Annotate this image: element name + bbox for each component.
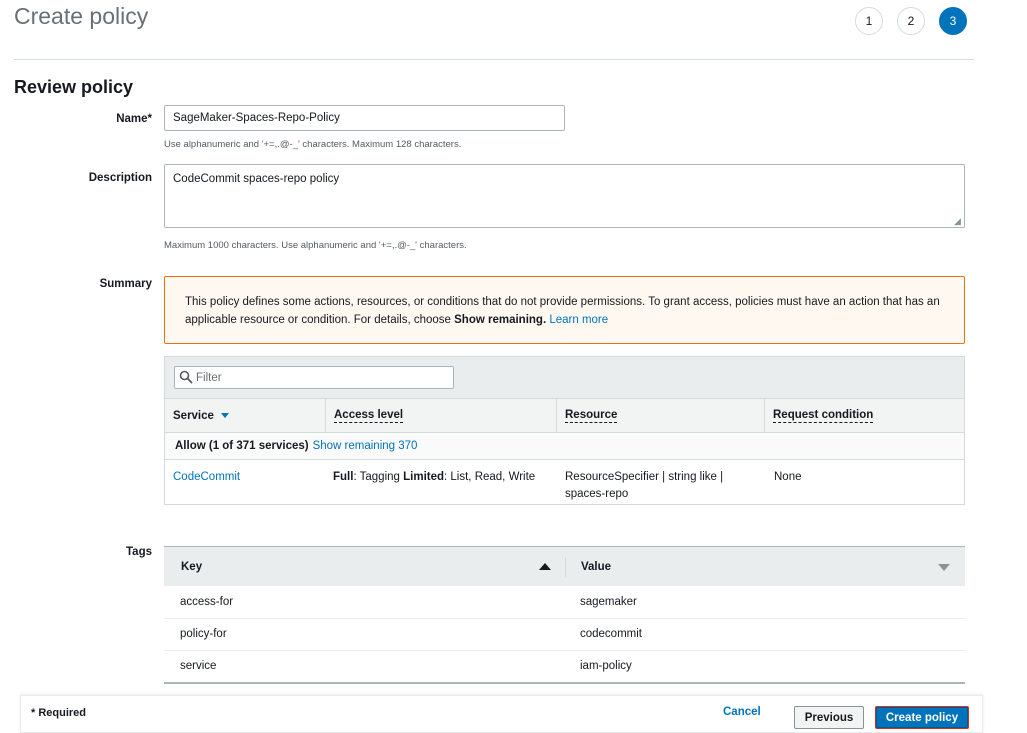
column-service[interactable]: Service bbox=[165, 399, 326, 432]
show-remaining-link[interactable]: Show remaining 370 bbox=[313, 440, 418, 452]
condition-cell: None bbox=[774, 471, 802, 483]
access-limited-label: Limited bbox=[403, 471, 445, 483]
tag-value: iam-policy bbox=[580, 660, 632, 672]
description-label: Description bbox=[88, 172, 152, 184]
tag-key: service bbox=[180, 660, 217, 672]
tags-header-row: Key Value bbox=[164, 546, 965, 586]
column-request-condition[interactable]: Request condition bbox=[765, 399, 964, 432]
resource-line-1: ResourceSpecifier | string like | bbox=[565, 471, 724, 483]
warning-alert: This policy defines some actions, resour… bbox=[164, 276, 965, 344]
page-title: Create policy bbox=[14, 3, 149, 29]
service-link[interactable]: CodeCommit bbox=[173, 469, 240, 486]
tag-key: access-for bbox=[180, 596, 234, 608]
column-key[interactable]: Key bbox=[181, 547, 202, 587]
column-divider bbox=[565, 557, 566, 577]
wizard-steps: 1 2 3 bbox=[855, 7, 967, 35]
policy-summary-table: Service Access level Resource Request co… bbox=[164, 356, 965, 505]
name-label: Name* bbox=[116, 113, 152, 125]
table-row: CodeCommit Full: Tagging Limited: List, … bbox=[165, 461, 964, 505]
column-service-label: Service bbox=[173, 409, 214, 422]
tag-value: codecommit bbox=[580, 628, 642, 640]
step-3: 3 bbox=[939, 7, 967, 35]
tags-table: Key Value access-for sagemaker policy-fo… bbox=[164, 546, 965, 684]
summary-label: Summary bbox=[99, 278, 152, 290]
resize-grip-icon[interactable]: ◢ bbox=[954, 217, 963, 226]
access-level-cell: Full: Tagging Limited: List, Read, Write bbox=[333, 469, 535, 486]
previous-button[interactable]: Previous bbox=[794, 706, 864, 729]
column-access-level-label: Access level bbox=[334, 408, 404, 423]
resource-cell: ResourceSpecifier | string like | spaces… bbox=[565, 469, 723, 503]
column-resource[interactable]: Resource bbox=[557, 399, 765, 432]
allow-group-row: Allow (1 of 371 services) Show remaining… bbox=[165, 433, 964, 460]
learn-more-link[interactable]: Learn more bbox=[549, 314, 608, 326]
tags-label: Tags bbox=[126, 546, 152, 558]
access-limited-value: : List, Read, Write bbox=[444, 471, 536, 483]
sort-descending-icon bbox=[220, 413, 229, 418]
tag-key: policy-for bbox=[180, 628, 227, 640]
allow-group-label: Allow (1 of 371 services) bbox=[175, 440, 309, 452]
access-full-label: Full bbox=[333, 471, 354, 483]
table-row: policy-for codecommit bbox=[164, 619, 965, 651]
footer-bar: * Required Cancel Previous Create policy bbox=[20, 695, 983, 733]
search-icon bbox=[179, 370, 193, 384]
column-resource-label: Resource bbox=[565, 408, 618, 423]
column-request-condition-label: Request condition bbox=[773, 408, 874, 423]
table-row: access-for sagemaker bbox=[164, 587, 965, 619]
description-textarea[interactable]: CodeCommit spaces-repo policy bbox=[164, 164, 965, 228]
description-hint: Maximum 1000 characters. Use alphanumeri… bbox=[164, 240, 467, 251]
create-policy-button[interactable]: Create policy bbox=[875, 706, 969, 729]
column-access-level[interactable]: Access level bbox=[326, 399, 557, 432]
filter-bar bbox=[165, 357, 964, 399]
section-title: Review policy bbox=[14, 77, 134, 97]
sort-icon[interactable] bbox=[938, 564, 950, 571]
header-divider bbox=[14, 59, 974, 60]
name-hint: Use alphanumeric and '+=,.@-_' character… bbox=[164, 139, 462, 150]
step-1[interactable]: 1 bbox=[855, 7, 883, 35]
policy-name-input[interactable] bbox=[164, 105, 565, 131]
summary-header-row: Service Access level Resource Request co… bbox=[165, 399, 964, 433]
access-full-value: : Tagging bbox=[353, 471, 404, 483]
filter-input[interactable] bbox=[174, 366, 454, 389]
cancel-button[interactable]: Cancel bbox=[723, 706, 761, 718]
step-2[interactable]: 2 bbox=[897, 7, 925, 35]
required-note: * Required bbox=[31, 707, 87, 719]
tags-bottom-rule bbox=[164, 682, 965, 684]
sort-ascending-icon[interactable] bbox=[539, 563, 551, 570]
table-row: service iam-policy bbox=[164, 651, 965, 683]
resource-line-2: spaces-repo bbox=[565, 488, 629, 500]
column-value[interactable]: Value bbox=[581, 547, 611, 587]
alert-bold-text: Show remaining. bbox=[454, 313, 547, 326]
tag-value: sagemaker bbox=[580, 596, 637, 608]
